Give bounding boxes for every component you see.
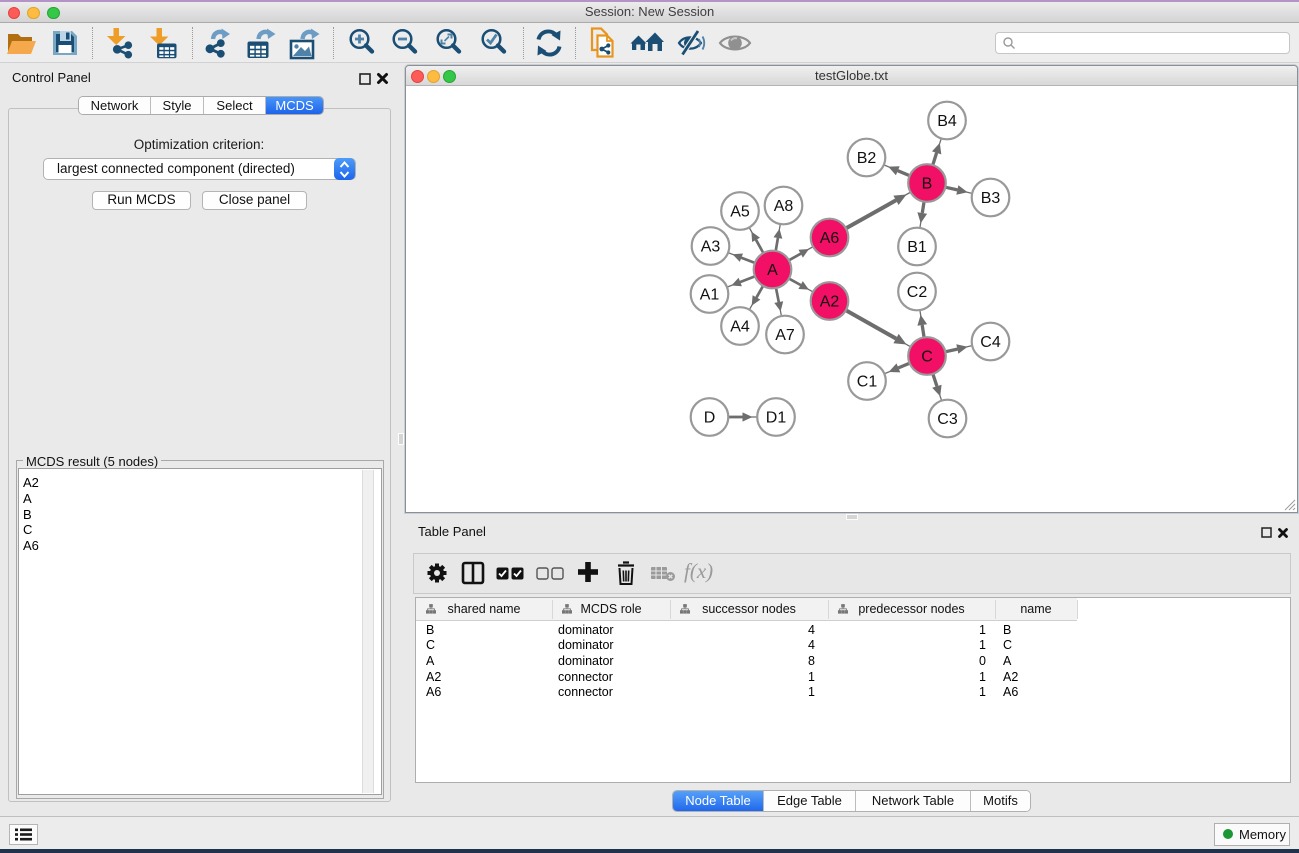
svg-text:D1: D1 — [766, 410, 787, 427]
svg-text:A8: A8 — [774, 198, 794, 215]
svg-text:C: C — [921, 349, 933, 366]
svg-text:C1: C1 — [857, 374, 878, 391]
svg-text:A1: A1 — [700, 287, 720, 304]
svg-text:B1: B1 — [907, 239, 927, 256]
svg-text:B4: B4 — [937, 113, 957, 130]
svg-text:C2: C2 — [907, 284, 928, 301]
svg-text:B: B — [922, 176, 933, 193]
svg-text:A7: A7 — [775, 327, 795, 344]
svg-text:A: A — [767, 262, 778, 279]
svg-text:A3: A3 — [701, 239, 721, 256]
svg-text:A5: A5 — [730, 204, 750, 221]
svg-text:D: D — [704, 410, 716, 427]
svg-text:A4: A4 — [730, 319, 750, 336]
svg-text:C3: C3 — [937, 411, 958, 428]
svg-text:A6: A6 — [820, 230, 840, 247]
svg-text:B2: B2 — [857, 150, 877, 167]
svg-text:C4: C4 — [980, 334, 1001, 351]
svg-text:B3: B3 — [981, 190, 1001, 207]
svg-text:A2: A2 — [820, 294, 840, 311]
